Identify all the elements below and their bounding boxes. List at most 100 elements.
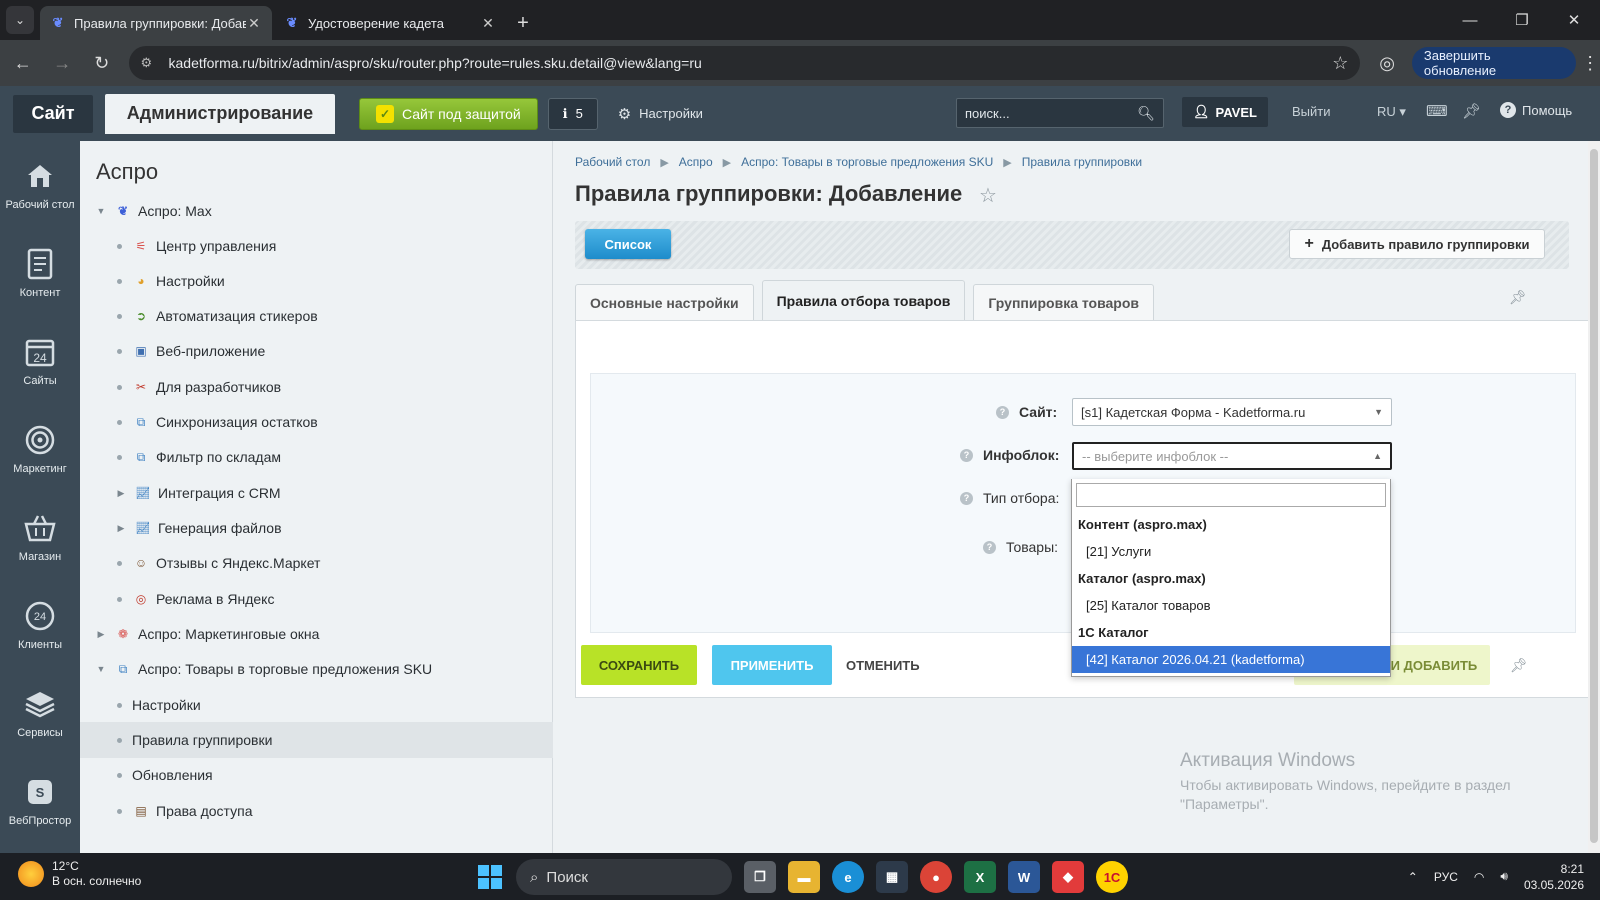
browser-tab-1[interactable]: ❦ Правила группировки: Добав ✕ <box>40 6 272 40</box>
back-button[interactable]: ← <box>6 46 40 80</box>
favorite-star-icon[interactable]: ☆ <box>979 183 997 208</box>
notifications-button[interactable]: ℹ 5 <box>547 97 598 130</box>
address-bar[interactable]: ⚙ kadetforma.ru/bitrix/admin/aspro/sku/r… <box>128 46 1361 80</box>
dropdown-option[interactable]: [25] Каталог товаров <box>1072 592 1390 619</box>
word-icon[interactable]: W <box>1008 861 1040 893</box>
close-icon[interactable]: ✕ <box>246 15 262 32</box>
close-icon[interactable]: ✕ <box>480 15 496 32</box>
add-grouping-rule-button[interactable]: + Добавить правило группировки <box>1289 229 1545 259</box>
user-button[interactable]: 👤︎ PAVEL <box>1182 97 1268 127</box>
sidebar-item-sku-settings[interactable]: Настройки <box>80 687 553 723</box>
help-icon[interactable]: ? <box>960 491 973 505</box>
sidebar-item-marketing-windows[interactable]: ▶ ❁ Аспро: Маркетинговые окна <box>80 616 553 652</box>
logout-link[interactable]: Выйти <box>1292 104 1331 119</box>
weather-widget[interactable]: 12°C В осн. солнечно <box>18 859 141 889</box>
sidebar-item-grouping-rules[interactable]: Правила группировки <box>80 722 553 758</box>
store-icon[interactable]: ▦ <box>876 861 908 893</box>
excel-icon[interactable]: X <box>964 861 996 893</box>
sidebar-item-yandex-ads[interactable]: ◎ Реклама в Яндекс <box>80 581 553 617</box>
arrow-right-icon[interactable]: ▶ <box>114 523 128 534</box>
sidebar-item-yandex-reviews[interactable]: ☺ Отзывы с Яндекс.Маркет <box>80 545 553 581</box>
finish-update-button[interactable]: Завершить обновление <box>1411 47 1577 79</box>
site-info-icon[interactable]: ⚙ <box>141 55 165 71</box>
rail-item-content[interactable]: Контент <box>0 229 80 317</box>
rail-item-webprostor[interactable]: S ВебПростор <box>0 757 80 845</box>
sidebar-item-aspro-max[interactable]: ▼ ❦ Аспро: Max <box>80 193 553 229</box>
sidebar-item-warehouse-filter[interactable]: ⧉ Фильтр по складам <box>80 439 553 475</box>
sidebar-item-web-app[interactable]: ▣ Веб-приложение <box>80 333 553 369</box>
breadcrumb-item[interactable]: Аспро: Товары в торговые предложения SKU <box>741 155 993 169</box>
rail-item-sites[interactable]: 24 Сайты <box>0 317 80 405</box>
site-mode-button[interactable]: Сайт <box>13 94 93 133</box>
arrow-right-icon[interactable]: ▶ <box>114 488 128 499</box>
apply-button[interactable]: ПРИМЕНИТЬ <box>712 645 832 685</box>
arrow-down-icon[interactable]: ▼ <box>94 206 108 216</box>
anydesk-icon[interactable]: ◆ <box>1052 861 1084 893</box>
tab-search-button[interactable]: ⌄ <box>6 6 34 34</box>
pin-icon[interactable]: 📌︎ <box>1462 102 1481 120</box>
sidebar-item-updates[interactable]: Обновления <box>80 757 553 793</box>
help-icon[interactable]: ? <box>996 405 1009 419</box>
volume-icon[interactable]: 🔊︎ <box>1500 869 1508 884</box>
wifi-icon[interactable]: ◠ <box>1474 870 1484 884</box>
new-tab-button[interactable]: + <box>508 6 538 40</box>
help-icon[interactable]: ? <box>960 448 973 462</box>
dropdown-search-input[interactable] <box>1076 483 1386 507</box>
edge-icon[interactable]: e <box>832 861 864 893</box>
breadcrumb-item[interactable]: Рабочий стол <box>575 155 650 169</box>
input-language[interactable]: РУС <box>1434 870 1458 884</box>
help-icon[interactable]: ? <box>983 540 996 554</box>
rail-item-clients[interactable]: 24 Клиенты <box>0 581 80 669</box>
settings-link[interactable]: ⚙ Настройки <box>618 105 703 123</box>
task-view-icon[interactable]: ❐ <box>744 861 776 893</box>
breadcrumb-item[interactable]: Правила группировки <box>1022 155 1142 169</box>
sidebar-item-crm[interactable]: ▶ 📈︎ Интеграция с CRM <box>80 475 553 511</box>
sidebar-item-access-rights[interactable]: ▤ Права доступа <box>80 793 553 829</box>
forward-button[interactable]: → <box>46 46 80 80</box>
browser-tab-2[interactable]: ❦ Удостоверение кадета ✕ <box>274 6 506 40</box>
tab-product-grouping[interactable]: Группировка товаров <box>973 284 1155 320</box>
sidebar-item-sku[interactable]: ▼ ⧉ Аспро: Товары в торговые предложения… <box>80 651 553 687</box>
sidebar-item-stock-sync[interactable]: ⧉ Синхронизация остатков <box>80 404 553 440</box>
rail-item-services[interactable]: Сервисы <box>0 669 80 757</box>
tab-main-settings[interactable]: Основные настройки <box>575 284 754 320</box>
arrow-right-icon[interactable]: ▶ <box>94 629 108 640</box>
close-window-button[interactable]: ✕ <box>1548 0 1600 40</box>
breadcrumb-item[interactable]: Аспро <box>679 155 713 169</box>
cancel-button[interactable]: ОТМЕНИТЬ <box>846 658 920 673</box>
taskbar-search[interactable]: ⌕ Поиск <box>516 859 732 895</box>
sidebar-item-stickers[interactable]: ➲ Автоматизация стикеров <box>80 298 553 334</box>
admin-search-input[interactable]: поиск... 🔍︎ <box>956 98 1164 128</box>
save-button[interactable]: СОХРАНИТЬ <box>581 645 697 685</box>
language-select[interactable]: RU ▾ <box>1377 104 1406 120</box>
start-button[interactable] <box>478 865 502 889</box>
list-button[interactable]: Список <box>585 229 671 259</box>
bookmark-star-icon[interactable]: ☆ <box>1332 53 1348 74</box>
site-secure-button[interactable]: ✓ Сайт под защитой <box>359 97 538 130</box>
file-explorer-icon[interactable]: ▬ <box>788 861 820 893</box>
pin-icon[interactable]: 📌︎ <box>1509 289 1527 306</box>
help-link[interactable]: ? Помощь <box>1500 102 1572 118</box>
site-select[interactable]: [s1] Кадетская Форма - Kadetforma.ru ▼ <box>1072 398 1392 426</box>
search-icon[interactable]: 🔍︎ <box>1137 105 1155 122</box>
dropdown-option-highlighted[interactable]: [42] Каталог 2026.04.21 (kadetforma) <box>1072 646 1390 673</box>
sidebar-item-settings[interactable]: ◕ Настройки <box>80 263 553 299</box>
1c-icon[interactable]: 1C <box>1096 861 1128 893</box>
sidebar-item-file-generation[interactable]: ▶ 📈︎ Генерация файлов <box>80 510 553 546</box>
admin-mode-button[interactable]: Администрирование <box>105 93 335 134</box>
keyboard-icon[interactable]: ⌨ <box>1426 102 1448 120</box>
rail-item-marketing[interactable]: Маркетинг <box>0 405 80 493</box>
iblock-select[interactable]: -- выберите инфоблок -- ▲ <box>1072 442 1392 470</box>
maximize-button[interactable]: ❐ <box>1496 0 1548 40</box>
sidebar-item-control-center[interactable]: ⚟ Центр управления <box>80 228 553 264</box>
arrow-down-icon[interactable]: ▼ <box>94 664 108 674</box>
chrome-icon[interactable]: ● <box>920 861 952 893</box>
rail-item-shop[interactable]: Магазин <box>0 493 80 581</box>
chevron-up-icon[interactable]: ⌃ <box>1408 870 1418 884</box>
tab-product-selection-rules[interactable]: Правила отбора товаров <box>761 280 966 320</box>
browser-menu-icon[interactable]: ⋮ <box>1580 53 1600 74</box>
page-scrollbar[interactable] <box>1588 141 1600 853</box>
sidebar-item-developers[interactable]: ✂ Для разработчиков <box>80 369 553 405</box>
dropdown-option[interactable]: [21] Услуги <box>1072 538 1390 565</box>
pin-icon[interactable]: 📌︎ <box>1510 657 1528 674</box>
